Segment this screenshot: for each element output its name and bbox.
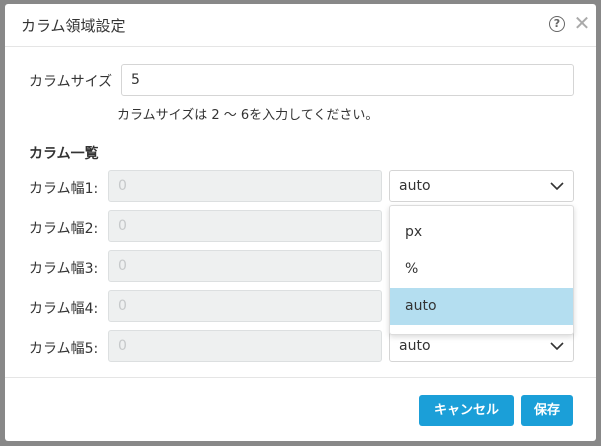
column-width-label-3: カラム幅3: — [29, 261, 99, 277]
help-icon[interactable]: ? — [549, 16, 565, 32]
column-size-input[interactable]: 5 — [121, 64, 574, 96]
dialog-header: カラム領域設定 ? ✕ — [5, 4, 596, 47]
column-width-input-5[interactable]: 0 — [108, 330, 382, 362]
close-icon[interactable]: ✕ — [573, 13, 591, 33]
column-width-input-2[interactable]: 0 — [108, 210, 382, 242]
column-area-settings-dialog: カラム領域設定 ? ✕ カラムサイズ 5 カラムサイズは 2 ～ 6を入力してく… — [5, 4, 596, 441]
column-width-input-3[interactable]: 0 — [108, 250, 382, 282]
column-list-title: カラム一覧 — [29, 146, 99, 162]
chevron-down-icon — [550, 182, 564, 190]
column-unit-select-1[interactable]: auto — [389, 170, 574, 202]
unit-option-auto[interactable]: auto — [390, 288, 573, 325]
unit-option-px[interactable]: px — [390, 214, 573, 251]
column-size-label: カラムサイズ — [29, 74, 113, 90]
dialog-title: カラム領域設定 — [21, 17, 126, 35]
column-unit-select-1-value: auto — [399, 178, 431, 194]
column-width-label-4: カラム幅4: — [29, 301, 99, 317]
unit-option-percent[interactable]: % — [390, 251, 573, 288]
footer-divider — [5, 377, 596, 378]
column-unit-select-5-value: auto — [399, 338, 431, 354]
save-button[interactable]: 保存 — [521, 395, 573, 426]
chevron-down-icon — [550, 342, 564, 350]
column-width-label-2: カラム幅2: — [29, 221, 99, 237]
unit-dropdown-menu: px % auto — [389, 205, 574, 335]
column-width-input-4[interactable]: 0 — [108, 290, 382, 322]
cancel-button[interactable]: キャンセル — [419, 395, 514, 426]
column-width-label-1: カラム幅1: — [29, 181, 99, 197]
column-size-hint: カラムサイズは 2 ～ 6を入力してください。 — [117, 108, 379, 123]
column-width-label-5: カラム幅5: — [29, 341, 99, 357]
column-width-input-1[interactable]: 0 — [108, 170, 382, 202]
